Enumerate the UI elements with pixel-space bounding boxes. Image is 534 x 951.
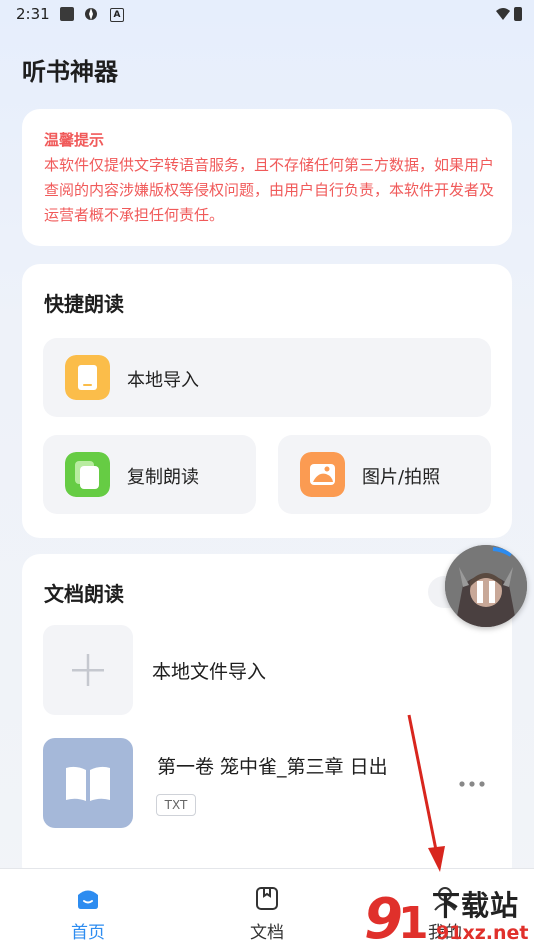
import-file-label[interactable]: 本地文件导入 (152, 657, 266, 684)
plus-icon (72, 654, 104, 686)
notice-card: 温馨提示 本软件仅提供文字转语音服务，且不存储任何第三方数据，如果用户查阅的内容… (22, 109, 512, 246)
more-icon[interactable] (458, 780, 486, 788)
home-icon (78, 890, 98, 909)
sync-icon (85, 8, 97, 20)
open-book-icon (66, 766, 110, 801)
nav-home-label: 首页 (71, 923, 105, 943)
local-import-label: 本地导入 (127, 370, 199, 391)
copy-read-tile[interactable]: 复制朗读 (43, 435, 256, 514)
import-file-button[interactable] (43, 625, 133, 715)
image-icon (300, 452, 345, 497)
copy-icon (65, 452, 110, 497)
tablet-icon (65, 355, 110, 400)
watermark-text: 下载站 (432, 889, 520, 922)
book-title[interactable]: 第一卷 笼中雀_第三章 日出 (157, 752, 388, 779)
watermark-url: 91xz.net (436, 922, 529, 944)
document-read-title: 文档朗读 (44, 582, 124, 606)
document-read-card: 文档朗读 管理 本地文件导入 第一卷 笼中雀_第三章 日出 TXT (22, 554, 512, 884)
site-watermark: 9 1 下载站 91xz.net (362, 880, 532, 948)
nav-documents[interactable]: 文档 (207, 869, 327, 951)
wifi-icon (496, 8, 510, 20)
book-format-tag: TXT (156, 794, 196, 816)
page-title: 听书神器 (22, 58, 118, 86)
a-icon: A (110, 8, 124, 22)
document-icon (256, 887, 278, 910)
local-import-tile[interactable]: 本地导入 (43, 338, 491, 417)
book-cover[interactable] (43, 738, 133, 828)
nav-documents-label: 文档 (250, 923, 284, 943)
nav-home[interactable]: 首页 (28, 869, 148, 951)
photo-read-tile[interactable]: 图片/拍照 (278, 435, 491, 514)
battery-icon (514, 7, 522, 21)
status-bar: 2:31 A (0, 0, 534, 28)
status-time: 2:31 (16, 5, 50, 23)
notice-title: 温馨提示 (44, 131, 105, 149)
quick-read-card: 快捷朗读 本地导入 复制朗读 图片/拍照 (22, 264, 512, 538)
watermark-logo: 9 1 (364, 887, 429, 948)
floating-avatar[interactable] (445, 545, 527, 627)
copy-read-label: 复制朗读 (127, 467, 199, 488)
notice-body: 本软件仅提供文字转语音服务，且不存储任何第三方数据，如果用户查阅的内容涉嫌版权等… (44, 156, 495, 224)
svg-text:1: 1 (398, 898, 429, 948)
quick-read-title: 快捷朗读 (44, 292, 124, 316)
notification-square-icon (60, 7, 74, 21)
avatar-image (445, 545, 527, 627)
photo-read-label: 图片/拍照 (362, 467, 441, 488)
